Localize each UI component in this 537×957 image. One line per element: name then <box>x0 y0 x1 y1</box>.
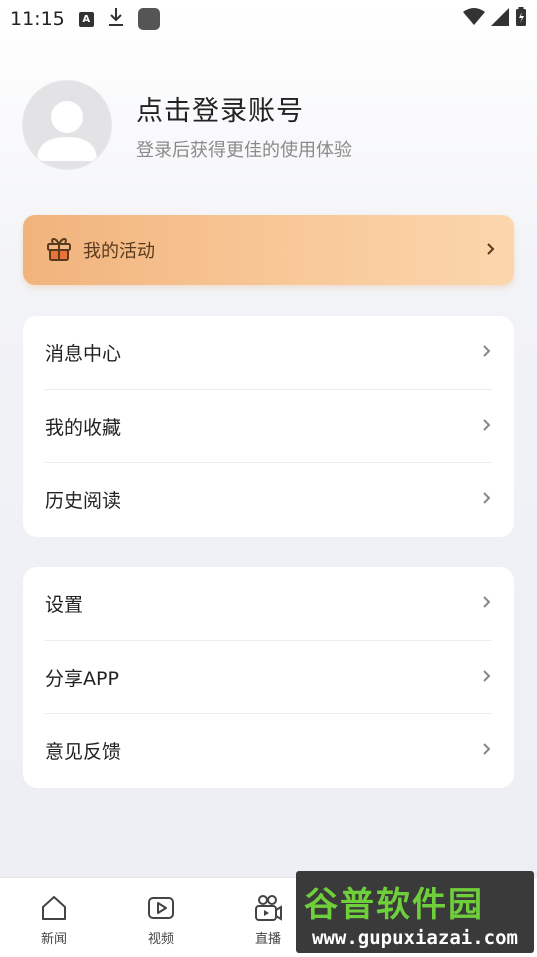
download-icon <box>108 7 124 32</box>
menu-item-history[interactable]: 历史阅读 <box>45 462 492 535</box>
status-bar: 11:15 A <box>0 0 537 38</box>
chevron-right-icon <box>482 490 492 509</box>
menu-item-feedback[interactable]: 意见反馈 <box>45 713 492 786</box>
signal-icon <box>491 7 509 31</box>
tab-news[interactable]: 新闻 <box>24 894 84 947</box>
chevron-right-icon <box>482 343 492 362</box>
watermark-title: 谷普软件园 <box>304 885 484 925</box>
menu-item-label: 我的收藏 <box>45 416 122 439</box>
avatar[interactable] <box>23 81 111 169</box>
app-notification-icon <box>137 8 160 30</box>
tab-video[interactable]: 视频 <box>131 894 191 947</box>
menu-item-share-app[interactable]: 分享APP <box>45 640 492 713</box>
chevron-right-icon <box>486 241 496 260</box>
wifi-icon <box>463 7 485 31</box>
menu-card-secondary: 设置 分享APP 意见反馈 <box>23 567 514 788</box>
tab-live[interactable]: 直播 <box>238 894 298 947</box>
chevron-right-icon <box>482 668 492 687</box>
menu-item-label: 设置 <box>45 594 84 616</box>
video-icon <box>148 897 174 919</box>
chevron-right-icon <box>482 594 492 613</box>
live-camera-icon <box>255 895 282 921</box>
login-title[interactable]: 点击登录账号 <box>136 89 352 128</box>
home-icon <box>42 896 66 920</box>
my-activity-button[interactable]: 我的活动 <box>23 215 514 285</box>
menu-item-label: 意见反馈 <box>45 740 122 763</box>
menu-item-favorites[interactable]: 我的收藏 <box>45 389 492 462</box>
tab-label: 视频 <box>147 932 174 947</box>
watermark-url: www.gupuxiazai.com <box>312 927 518 949</box>
notification-a-icon: A <box>78 11 94 27</box>
watermark-overlay: 谷普软件园 www.gupuxiazai.com <box>296 871 534 953</box>
menu-item-label: 消息中心 <box>45 343 122 365</box>
menu-item-settings[interactable]: 设置 <box>45 567 492 640</box>
login-profile-section[interactable]: 点击登录账号 登录后获得更佳的使用体验 <box>23 80 514 170</box>
menu-card-primary: 消息中心 我的收藏 历史阅读 <box>23 316 514 537</box>
default-user-icon <box>37 101 97 161</box>
chevron-right-icon <box>482 741 492 760</box>
chevron-right-icon <box>482 417 492 436</box>
tab-label: 直播 <box>254 932 281 947</box>
menu-item-label: 历史阅读 <box>45 489 122 512</box>
battery-icon <box>515 6 527 32</box>
gift-icon <box>45 234 73 266</box>
tab-label: 新闻 <box>40 932 67 947</box>
menu-item-label: 分享APP <box>45 667 119 690</box>
menu-item-messages[interactable]: 消息中心 <box>45 316 492 389</box>
login-subtitle: 登录后获得更佳的使用体验 <box>136 139 352 161</box>
my-activity-label: 我的活动 <box>83 241 155 262</box>
status-time: 11:15 <box>10 8 65 30</box>
